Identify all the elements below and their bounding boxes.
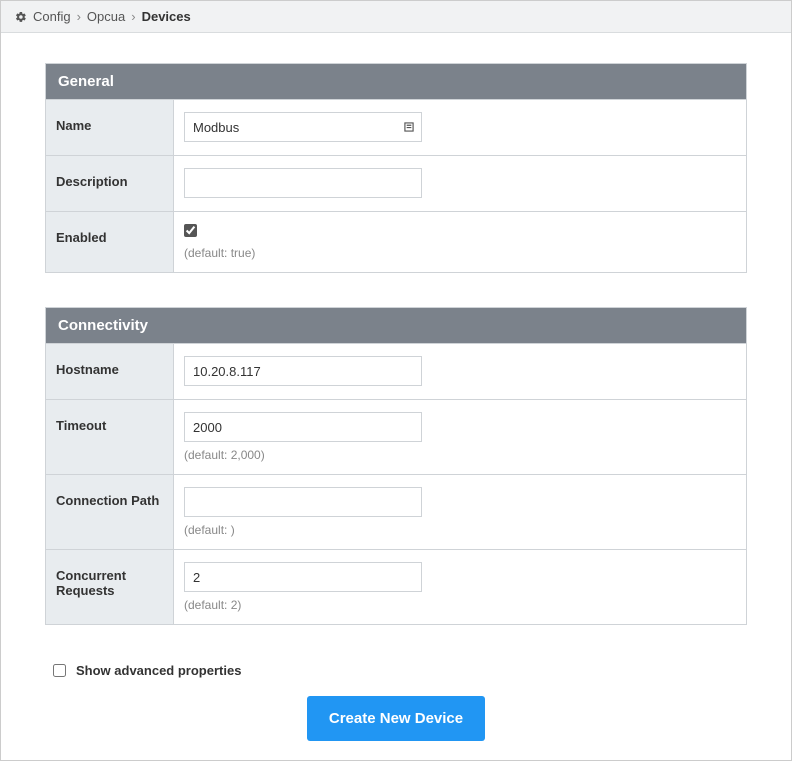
hostname-input[interactable] <box>184 356 422 386</box>
section-general-title: General <box>46 64 746 99</box>
concurrent-requests-hint: (default: 2) <box>184 598 736 612</box>
create-new-device-button[interactable]: Create New Device <box>307 696 485 741</box>
label-name: Name <box>46 100 174 155</box>
breadcrumb-opcua[interactable]: Opcua <box>87 9 125 24</box>
show-advanced-label: Show advanced properties <box>76 663 241 678</box>
chevron-right-icon: › <box>131 9 135 24</box>
section-connectivity-title: Connectivity <box>46 308 746 343</box>
section-connectivity: Connectivity Hostname Timeout (default: … <box>45 307 747 625</box>
label-connection-path: Connection Path <box>46 475 174 549</box>
label-timeout: Timeout <box>46 400 174 474</box>
concurrent-requests-input[interactable] <box>184 562 422 592</box>
description-input[interactable] <box>184 168 422 198</box>
section-general: General Name Description Enabled (defaul… <box>45 63 747 273</box>
autofill-icon <box>402 120 416 134</box>
show-advanced-checkbox[interactable] <box>53 664 66 677</box>
name-input[interactable] <box>184 112 422 142</box>
gear-icon <box>15 11 27 23</box>
label-concurrent-requests: Concurrent Requests <box>46 550 174 624</box>
label-hostname: Hostname <box>46 344 174 399</box>
advanced-row: Show advanced properties <box>45 659 747 696</box>
breadcrumb-config[interactable]: Config <box>33 9 71 24</box>
label-description: Description <box>46 156 174 211</box>
enabled-hint: (default: true) <box>184 246 736 260</box>
timeout-input[interactable] <box>184 412 422 442</box>
connection-path-hint: (default: ) <box>184 523 736 537</box>
enabled-checkbox[interactable] <box>184 224 197 237</box>
label-enabled: Enabled <box>46 212 174 272</box>
chevron-right-icon: › <box>77 9 81 24</box>
breadcrumb: Config › Opcua › Devices <box>1 1 791 33</box>
connection-path-input[interactable] <box>184 487 422 517</box>
timeout-hint: (default: 2,000) <box>184 448 736 462</box>
breadcrumb-devices: Devices <box>142 9 191 24</box>
